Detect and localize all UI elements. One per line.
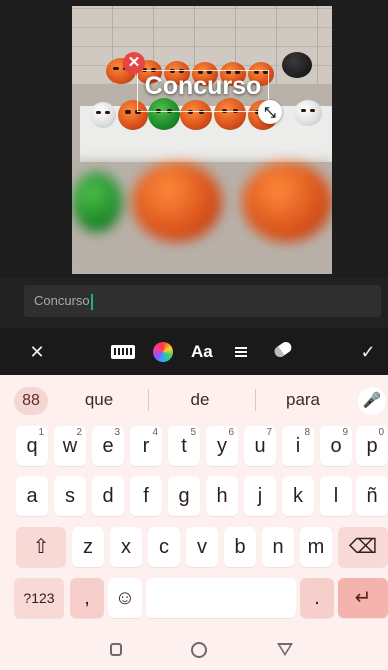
- delete-text-icon[interactable]: ✕: [123, 52, 145, 74]
- comma-key[interactable]: ,: [70, 578, 104, 618]
- key-n-tilde[interactable]: ñ: [356, 476, 388, 516]
- text-input-field[interactable]: Concurso: [24, 285, 381, 317]
- photo-pumpkin: [294, 100, 322, 126]
- enter-key[interactable]: ↵: [338, 578, 388, 618]
- suggestion-2[interactable]: de: [170, 390, 230, 410]
- home-icon[interactable]: [191, 642, 207, 658]
- microphone-icon[interactable]: 🎤: [358, 387, 386, 415]
- key-a[interactable]: a: [16, 476, 48, 516]
- back-icon[interactable]: [277, 643, 293, 656]
- key-q[interactable]: q1: [16, 426, 48, 466]
- key-g[interactable]: g: [168, 476, 200, 516]
- backspace-key[interactable]: ⌫: [338, 527, 388, 567]
- key-z[interactable]: z: [72, 527, 104, 567]
- symbols-key[interactable]: ?123: [14, 578, 64, 618]
- space-key[interactable]: [146, 578, 296, 618]
- key-n[interactable]: n: [262, 527, 294, 567]
- key-s[interactable]: s: [54, 476, 86, 516]
- key-p[interactable]: p0: [356, 426, 388, 466]
- key-i[interactable]: i8: [282, 426, 314, 466]
- photo-pumpkin: [282, 52, 312, 78]
- close-icon[interactable]: ✕: [26, 340, 48, 364]
- emoji-key[interactable]: ☺: [108, 578, 142, 618]
- suggestion-1[interactable]: que: [70, 390, 128, 410]
- recents-icon[interactable]: [110, 643, 122, 656]
- align-left-icon[interactable]: [235, 347, 247, 357]
- photo-blurred-area: [72, 162, 332, 274]
- key-d[interactable]: d: [92, 476, 124, 516]
- shift-key[interactable]: ⇧: [16, 527, 66, 567]
- key-o[interactable]: o9: [320, 426, 352, 466]
- resize-rotate-icon[interactable]: ⤡: [258, 100, 282, 124]
- soft-keyboard: [0, 375, 388, 670]
- keyboard-icon[interactable]: [111, 345, 135, 359]
- color-wheel-icon[interactable]: [153, 342, 173, 362]
- key-b[interactable]: b: [224, 527, 256, 567]
- key-m[interactable]: m: [300, 527, 332, 567]
- suggestion-3[interactable]: para: [272, 390, 334, 410]
- key-f[interactable]: f: [130, 476, 162, 516]
- photo-pumpkin: [90, 102, 116, 128]
- key-j[interactable]: j: [244, 476, 276, 516]
- key-x[interactable]: x: [110, 527, 142, 567]
- suggestion-divider: [148, 389, 149, 411]
- key-y[interactable]: y6: [206, 426, 238, 466]
- suggestion-divider: [255, 389, 256, 411]
- key-r[interactable]: r4: [130, 426, 162, 466]
- key-w[interactable]: w2: [54, 426, 86, 466]
- key-u[interactable]: u7: [244, 426, 276, 466]
- photo: [72, 6, 332, 274]
- text-caret: [90, 293, 93, 310]
- key-c[interactable]: c: [148, 527, 180, 567]
- overlay-text[interactable]: Concurso: [138, 72, 268, 101]
- key-l[interactable]: l: [320, 476, 352, 516]
- keyboard-menu-icon[interactable]: 88: [14, 387, 48, 415]
- key-e[interactable]: e3: [92, 426, 124, 466]
- period-key[interactable]: .: [300, 578, 334, 618]
- font-style-button[interactable]: Aa: [191, 342, 213, 362]
- key-h[interactable]: h: [206, 476, 238, 516]
- key-k[interactable]: k: [282, 476, 314, 516]
- key-t[interactable]: t5: [168, 426, 200, 466]
- done-check-icon[interactable]: ✓: [357, 340, 379, 364]
- text-input-value: Concurso: [34, 293, 90, 308]
- key-v[interactable]: v: [186, 527, 218, 567]
